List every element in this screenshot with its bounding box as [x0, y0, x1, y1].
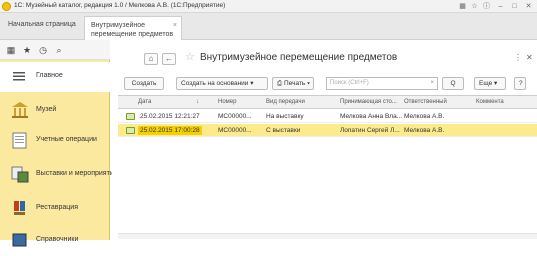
col-date[interactable]: Дата [138, 99, 151, 105]
exhibition-icon [11, 166, 29, 183]
sidebar-item-exhibitions[interactable]: Выставки и мероприятия [0, 160, 118, 190]
toolbar-icon-2[interactable]: ☆ [470, 2, 479, 11]
menu-grid-icon[interactable]: ▦ [6, 45, 16, 55]
tab-internal-movement[interactable]: Внутримузейное перемещение предметов × [84, 16, 182, 40]
close-form-icon[interactable]: ✕ [526, 53, 533, 62]
main-panel: ⌂ ← ☆ Внутримузейное перемещение предмет… [112, 40, 537, 240]
app-logo-icon [2, 2, 11, 11]
cell-date: 25.02.2015 12:21:27 [140, 113, 200, 120]
cell-receiver: Мелкова Анна Вла... [340, 113, 403, 120]
book-icon [12, 233, 27, 247]
col-kind[interactable]: Вид передачи [266, 99, 305, 105]
close-tab-icon[interactable]: × [173, 21, 177, 30]
home-button[interactable]: ⌂ [144, 53, 158, 65]
clear-search-icon[interactable]: × [430, 78, 434, 89]
document-posted-icon [126, 127, 135, 134]
cell-kind: С выставки [266, 127, 301, 134]
more-label: Еще [479, 80, 493, 87]
sidebar-item-label: Реставрация [36, 204, 78, 211]
lines-icon [13, 72, 25, 81]
tab-label: Внутримузейное перемещение предметов [91, 22, 174, 38]
close-window-button[interactable]: ✕ [524, 2, 533, 11]
history-icon[interactable]: ◷ [38, 45, 48, 55]
sidebar-item-label: Выставки и мероприятия [36, 170, 118, 177]
cell-date: 25.02.2015 17:00:28 [138, 126, 202, 135]
col-comment[interactable]: Коммента [476, 99, 504, 105]
page-title: Внутримузейное перемещение предметов [200, 52, 398, 63]
favorite-star-icon[interactable]: ☆ [185, 50, 195, 63]
sidebar-item-museum[interactable]: Музей [0, 96, 110, 126]
sidebar-item-label: Главное [36, 72, 63, 79]
tab-home[interactable]: Начальная страница [2, 16, 82, 40]
print-button[interactable]: ⎙ Печать ▾ [272, 77, 314, 90]
cell-number: МС00000... [218, 127, 252, 134]
sidebar-item-label: Учетные операции [36, 136, 97, 143]
cell-kind: На выставку [266, 113, 304, 120]
search-button[interactable]: Q [442, 77, 464, 90]
toolbar-icon-1[interactable]: ▦ [458, 2, 467, 11]
cell-number: МС00000... [218, 113, 252, 120]
table-header: Дата ↓ Номер Вид передачи Принимающая ст… [118, 96, 537, 109]
sidebar-item-main[interactable]: Главное [0, 62, 110, 92]
horizontal-scrollbar[interactable] [118, 233, 537, 239]
search-placeholder: Поиск (Ctrl+F) [330, 80, 369, 86]
col-responsible[interactable]: Ответственный [404, 99, 447, 105]
sidebar-toolbar: ▦ ★ ◷ ⌕ [0, 40, 110, 60]
sidebar-item-accounting[interactable]: Учетные операции [0, 126, 110, 156]
documents-table: Дата ↓ Номер Вид передачи Принимающая ст… [118, 95, 537, 240]
search-icon[interactable]: ⌕ [54, 45, 64, 55]
cell-responsible: Мелкова А.В. [404, 113, 445, 120]
favorites-star-icon[interactable]: ★ [22, 45, 32, 55]
museum-icon [12, 102, 28, 118]
window-title: 1С: Музейный каталог, редакция 1.0 / Мел… [14, 2, 226, 9]
col-number[interactable]: Номер [218, 99, 236, 105]
more-button[interactable]: Еще ▾ [474, 77, 506, 90]
more-options-icon[interactable]: ⋮ [514, 53, 522, 62]
create-based-on-button[interactable]: Создать на основании ▾ [176, 77, 268, 90]
cell-responsible: Мелкова А.В. [404, 127, 445, 134]
sidebar: Главное Музей Учетные операции Выставки … [0, 60, 118, 247]
help-button[interactable]: ? [514, 77, 526, 90]
print-label: Печать [284, 80, 306, 87]
search-input[interactable]: Поиск (Ctrl+F) × [326, 77, 438, 90]
sidebar-item-label: Музей [36, 106, 57, 113]
maximize-button[interactable]: □ [510, 2, 519, 11]
sidebar-item-references[interactable]: Справочники [0, 226, 110, 256]
back-button[interactable]: ← [162, 53, 176, 65]
create-button[interactable]: Создать [124, 77, 164, 90]
window-titlebar: 1С: Музейный каталог, редакция 1.0 / Мел… [0, 0, 537, 13]
minimize-button[interactable]: – [496, 2, 505, 11]
sort-arrow-icon: ↓ [196, 99, 199, 105]
tab-strip: Начальная страница Внутримузейное переме… [0, 13, 537, 40]
table-row-selected[interactable]: 25.02.2015 17:00:28 МС00000... С выставк… [118, 124, 537, 137]
table-row[interactable]: 25.02.2015 12:21:27 МС00000... На выстав… [118, 110, 537, 123]
brush-icon [14, 201, 25, 215]
col-receiver[interactable]: Принимающая сто... [340, 99, 397, 105]
sidebar-item-restoration[interactable]: Реставрация [0, 194, 110, 224]
printer-icon: ⎙ [277, 80, 283, 87]
document-posted-icon [126, 113, 135, 120]
toolbar-icon-3[interactable]: ⓘ [482, 2, 491, 11]
create-based-label: Создать на основании [181, 80, 249, 87]
ledger-icon [12, 132, 27, 149]
cell-receiver: Лопатин Сергей Л... [340, 127, 400, 134]
